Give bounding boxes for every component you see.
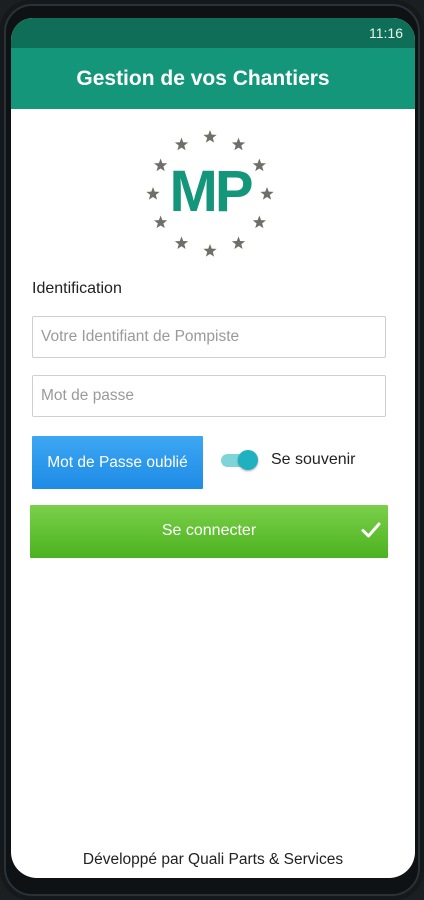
- password-input[interactable]: [32, 375, 386, 417]
- logo-text: MP: [170, 159, 252, 224]
- logo-star-icon: [174, 236, 189, 250]
- check-icon: [361, 522, 381, 538]
- user-id-input[interactable]: [32, 316, 386, 358]
- logo-star-icon: [252, 158, 267, 172]
- logo-star-icon: [153, 215, 168, 229]
- connect-label: Se connecter: [161, 522, 257, 539]
- remember-label: Se souvenir: [271, 451, 356, 468]
- logo-star-icon: [174, 137, 189, 151]
- logo-star-icon: [231, 236, 246, 250]
- app-screen: 11:16 Gestion de vos Chantiers MP Identi…: [11, 18, 415, 878]
- logo-star-icon: [203, 244, 217, 257]
- logo-star-icon: [252, 215, 267, 229]
- connect-button[interactable]: Se connecter: [30, 505, 388, 558]
- identification-label: Identification: [32, 280, 122, 297]
- app-bar: Gestion de vos Chantiers: [11, 48, 415, 109]
- toggle-thumb: [238, 450, 258, 470]
- status-bar: 11:16: [11, 18, 415, 48]
- app-title: Gestion de vos Chantiers: [76, 66, 330, 90]
- logo-star-icon: [146, 187, 160, 200]
- footer-credit: Développé par Quali Parts & Services: [82, 851, 344, 868]
- logo-star-icon: [260, 187, 274, 200]
- phone-frame: 11:16 Gestion de vos Chantiers MP Identi…: [0, 0, 424, 900]
- forgot-password-button[interactable]: Mot de Passe oublié: [32, 436, 203, 489]
- mp-logo: MP: [146, 130, 274, 257]
- logo-star-icon: [203, 130, 217, 143]
- status-time: 11:16: [369, 25, 403, 41]
- remember-toggle[interactable]: [219, 449, 259, 471]
- logo-star-icon: [231, 137, 246, 151]
- logo-star-icon: [153, 158, 168, 172]
